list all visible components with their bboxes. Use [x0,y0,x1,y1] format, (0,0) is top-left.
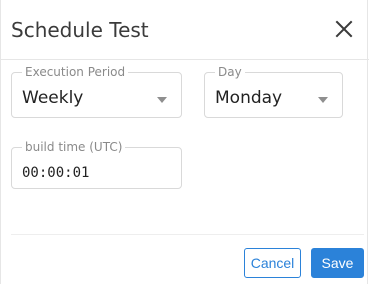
day-value: Monday [215,88,283,108]
execution-period-select[interactable]: Execution Period Weekly [11,64,182,118]
build-time-value[interactable]: 00:00:01 [22,162,89,184]
dialog-title: Schedule Test [11,18,149,42]
footer-divider [11,234,364,235]
close-icon[interactable] [332,17,356,41]
schedule-test-dialog: Schedule Test Execution Period Weekly Da… [0,0,369,284]
cancel-button[interactable]: Cancel [244,248,301,278]
chevron-down-icon[interactable] [318,97,328,103]
dialog-header: Schedule Test [1,0,369,60]
day-label: Day [215,64,245,80]
execution-period-label: Execution Period [22,64,129,80]
chevron-down-icon[interactable] [157,97,167,103]
execution-period-value: Weekly [22,88,84,108]
day-select[interactable]: Day Monday [204,64,343,118]
save-button[interactable]: Save [311,248,364,278]
build-time-field[interactable]: build time (UTC) 00:00:01 [11,139,182,189]
build-time-label: build time (UTC) [22,139,126,155]
